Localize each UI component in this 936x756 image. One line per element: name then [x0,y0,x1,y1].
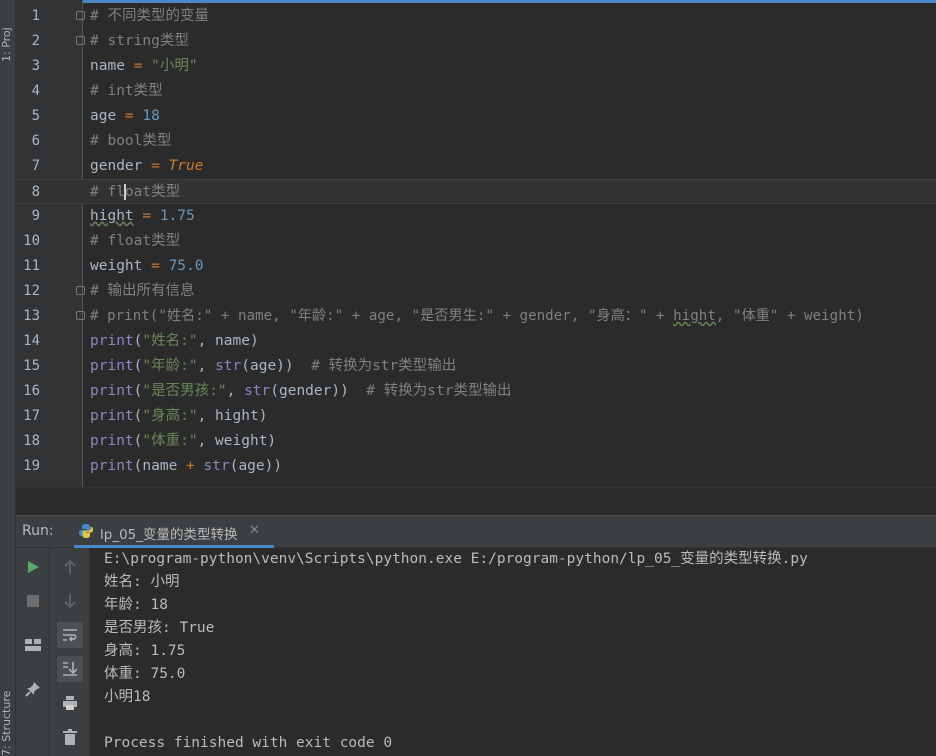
print-icon[interactable] [57,690,83,716]
line-number: 10 [23,233,40,249]
line-number: 14 [23,333,40,349]
code-line[interactable]: 1 # 不同类型的变量 [16,4,936,29]
code-text: print("身高:", hight) [90,408,268,424]
line-number: 3 [31,58,40,74]
code-text: # bool类型 [90,133,172,149]
code-text: print("是否男孩:", str(gender)) # 转换为str类型输出 [90,383,512,399]
line-number: 18 [23,433,40,449]
line-number: 13 [23,308,40,324]
tool-window-strip: 1: Proj 7: Structure [0,0,16,756]
code-line[interactable]: 11 weight = 75.0 [16,254,936,279]
run-tab[interactable]: lp_05_变量的类型转换 ✕ [74,516,274,548]
editor-footer [16,487,936,516]
text-cursor [123,184,126,200]
code-text: # string类型 [90,33,189,49]
line-number: 12 [23,283,40,299]
code-line[interactable]: 6 # bool类型 [16,129,936,154]
code-line[interactable]: 19 print(name + str(age)) [16,454,936,479]
run-tab-label: lp_05_变量的类型转换 [100,527,238,543]
code-text: # 输出所有信息 [90,283,195,299]
line-number: 4 [31,83,40,99]
fold-icon[interactable] [76,36,85,45]
run-icon[interactable] [20,554,46,580]
line-number: 11 [23,258,40,274]
console-line: 姓名: 小明 [104,574,180,590]
code-line[interactable]: 9 hight = 1.75 [16,204,936,229]
line-number: 1 [31,8,40,24]
line-number: 7 [31,158,40,174]
line-number: 5 [31,108,40,124]
code-line[interactable]: 4 # int类型 [16,79,936,104]
code-line[interactable]: 5 age = 18 [16,104,936,129]
code-line[interactable]: 17 print("身高:", hight) [16,404,936,429]
close-icon[interactable]: ✕ [249,523,260,538]
line-number: 16 [23,383,40,399]
console-line: 是否男孩: True [104,620,215,636]
soft-wrap-icon[interactable] [57,622,83,648]
line-number: 15 [23,358,40,374]
code-text: # int类型 [90,83,163,99]
structure-tool-tab[interactable]: 7: Structure [0,668,15,756]
code-text: # print("姓名:" + name, "年龄:" + age, "是否男生… [90,308,864,324]
console-line: 身高: 1.75 [104,643,186,659]
code-text: print(name + str(age)) [90,458,283,474]
layout-icon[interactable] [20,632,46,658]
console-line-command: E:\program-python\venv\Scripts\python.ex… [104,551,808,567]
fold-icon[interactable] [76,286,85,295]
stop-icon[interactable] [20,588,46,614]
trash-icon[interactable] [57,724,83,750]
pin-icon[interactable] [20,676,46,702]
line-number: 6 [31,133,40,149]
console-line: 体重: 75.0 [104,666,186,682]
code-line[interactable]: 16 print("是否男孩:", str(gender)) # 转换为str类… [16,379,936,404]
console-line: 小明18 [104,689,151,705]
code-text: name = "小明" [90,58,198,74]
code-line[interactable]: 12 # 输出所有信息 [16,279,936,304]
code-text: age = 18 [90,108,160,124]
editor-tab-indicator [16,0,936,3]
console-line-exit: Process finished with exit code 0 [104,735,393,751]
line-number: 17 [23,408,40,424]
python-file-icon [78,523,94,539]
code-line[interactable]: 2 # string类型 [16,29,936,54]
code-text: # 不同类型的变量 [90,8,209,24]
line-number: 8 [31,184,40,200]
code-editor[interactable]: 1 # 不同类型的变量 2 # string类型 3 name = "小明" 4… [16,0,936,487]
code-line[interactable]: 18 print("体重:", weight) [16,429,936,454]
run-label: Run: [22,523,54,539]
code-text: print("体重:", weight) [90,433,277,449]
line-number: 9 [31,208,40,224]
console-line: 年龄: 18 [104,597,168,613]
run-toolbar-primary [16,548,50,756]
code-text: weight = 75.0 [90,258,204,274]
fold-icon[interactable] [76,11,85,20]
code-line[interactable]: 10 # float类型 [16,229,936,254]
code-line[interactable]: 14 print("姓名:", name) [16,329,936,354]
code-text: print("姓名:", name) [90,333,259,349]
down-arrow-icon[interactable] [57,588,83,614]
console-output[interactable]: E:\program-python\venv\Scripts\python.ex… [90,548,936,756]
code-text: # float类型 [90,233,181,249]
code-text: # float类型 [90,184,181,200]
code-line[interactable]: 15 print("年龄:", str(age)) # 转换为str类型输出 [16,354,936,379]
fold-icon[interactable] [76,311,85,320]
scroll-end-icon[interactable] [57,656,83,682]
run-toolbar-secondary [50,548,90,756]
code-text: gender = True [90,158,204,174]
line-number: 2 [31,33,40,49]
project-tool-tab[interactable]: 1: Proj [0,2,15,62]
code-line-current[interactable]: 8 # float类型 [16,179,936,204]
code-line[interactable]: 3 name = "小明" [16,54,936,79]
line-number: 19 [23,458,40,474]
run-panel-header: Run: lp_05_变量的类型转换 ✕ [16,515,936,548]
code-line[interactable]: 7 gender = True [16,154,936,179]
code-text: print("年龄:", str(age)) # 转换为str类型输出 [90,358,457,374]
code-text: hight = 1.75 [90,208,195,224]
code-line[interactable]: 13 # print("姓名:" + name, "年龄:" + age, "是… [16,304,936,329]
up-arrow-icon[interactable] [57,554,83,580]
